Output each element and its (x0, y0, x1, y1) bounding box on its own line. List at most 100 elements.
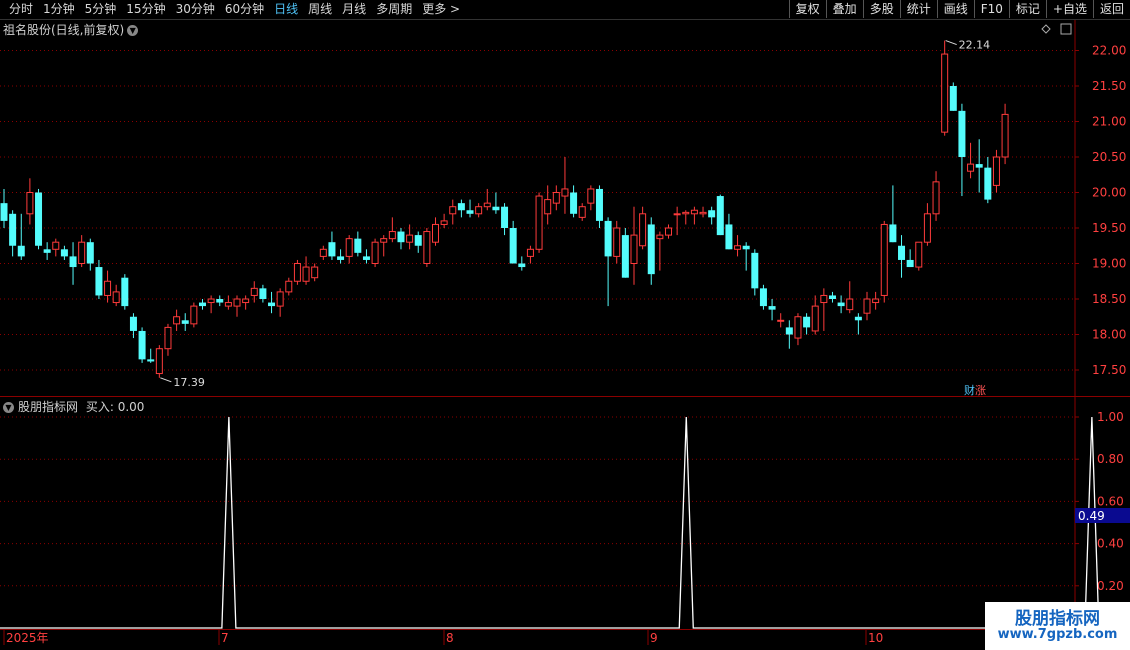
candle-body-down (984, 167, 992, 200)
candle-body-up (794, 316, 802, 339)
action-button-0[interactable]: 复权 (788, 0, 826, 18)
candle-body-up (242, 298, 250, 304)
candle-body-down (86, 242, 94, 264)
price-tick-label: 18.50 (1092, 292, 1126, 306)
period-tab-8[interactable]: 月线 (337, 1, 371, 18)
chevron-down-icon[interactable]: ▼ (127, 25, 139, 36)
period-tab-10[interactable]: 更多 > (417, 1, 465, 18)
candle-body-down (198, 302, 206, 307)
candle-body-up (26, 192, 34, 215)
candle-body-down (509, 228, 517, 264)
candle-body-down (268, 302, 276, 307)
candle-body-up (552, 192, 560, 204)
indicator-title: ▼ 股朋指标网 买入: 0.00 (3, 398, 144, 415)
indicator-tick-label: 1.00 (1097, 410, 1124, 424)
candle-body-down (501, 206, 509, 228)
watermark-title: 股朋指标网 (1015, 609, 1100, 629)
period-tab-5[interactable]: 60分钟 (220, 1, 269, 18)
candle-body-down (570, 192, 578, 214)
candle-body-down (725, 224, 733, 250)
cursor-value-label: 0.49 (1078, 509, 1105, 523)
candle-body-down (889, 224, 897, 243)
candle-body-down (837, 302, 845, 307)
panel-toggle-icon[interactable] (1060, 23, 1072, 35)
candle-body-up (345, 238, 353, 257)
candle-body-up (207, 298, 215, 304)
diamond-icon[interactable] (1041, 24, 1051, 34)
finance-tag[interactable]: 财涨 (964, 382, 986, 398)
period-tab-0[interactable]: 分时 (4, 1, 38, 18)
candle-body-up (941, 53, 949, 133)
candle-body-up (673, 213, 681, 216)
candle-body-down (621, 235, 629, 278)
candle-body-up (380, 238, 388, 243)
indicator-value: 买入: 0.00 (85, 400, 145, 414)
action-button-8[interactable]: 返回 (1092, 0, 1130, 18)
action-button-1[interactable]: 叠加 (825, 0, 863, 18)
time-axis-label: 10 (868, 631, 883, 645)
candle-body-down (898, 245, 906, 260)
period-tab-9[interactable]: 多周期 (371, 1, 417, 18)
candle-body-down (466, 210, 474, 214)
period-tab-1[interactable]: 1分钟 (38, 1, 80, 18)
price-tick-label: 22.00 (1092, 44, 1126, 58)
candle-body-up (483, 202, 491, 208)
candle-body-down (181, 320, 189, 324)
candle-body-up (423, 231, 431, 265)
low-pointer (160, 377, 172, 383)
candle-body-up (915, 241, 923, 268)
time-axis-label: 8 (446, 631, 454, 645)
candle-body-up (78, 241, 86, 264)
action-button-2[interactable]: 多股 (862, 0, 900, 18)
period-tab-7[interactable]: 周线 (303, 1, 337, 18)
high-pointer (945, 40, 957, 46)
candle-body-up (276, 291, 284, 307)
candle-body-down (768, 306, 776, 310)
candle-body-up (880, 223, 888, 296)
candle-body-up (52, 241, 60, 250)
candle-body-up (164, 326, 172, 350)
candle-body-up (872, 298, 880, 304)
watermark: 股朋指标网 www.7gpzb.com (985, 602, 1130, 650)
finance-tag-a: 财 (964, 384, 975, 397)
action-button-4[interactable]: 画线 (936, 0, 974, 18)
candle-body-up (224, 302, 232, 307)
candle-body-up (656, 234, 664, 240)
candle-body-up (104, 280, 112, 296)
period-tab-2[interactable]: 5分钟 (80, 1, 122, 18)
candle-body-down (397, 231, 405, 243)
candle-body-up (250, 287, 258, 296)
period-tab-6[interactable]: 日线 (269, 1, 303, 18)
price-tick-label: 18.00 (1092, 328, 1126, 342)
candle-body-up (665, 227, 673, 236)
price-tick-label: 21.50 (1092, 79, 1126, 93)
buy-signal-line (0, 416, 1100, 629)
period-tab-4[interactable]: 30分钟 (171, 1, 220, 18)
action-button-6[interactable]: 标记 (1008, 0, 1046, 18)
high-price-label: 22.14 (959, 39, 991, 52)
candle-body-down (647, 224, 655, 275)
action-button-7[interactable]: +自选 (1045, 0, 1093, 18)
candle-body-up (630, 234, 638, 265)
chevron-down-icon[interactable]: ▼ (3, 402, 14, 413)
watermark-url: www.7gpzb.com (997, 627, 1118, 642)
time-axis-label: 7 (221, 631, 229, 645)
time-axis-label: 9 (650, 631, 658, 645)
candle-body-up (613, 227, 621, 257)
candle-body-up (190, 305, 198, 325)
candle-body-up (682, 211, 690, 215)
candle-body-up (544, 199, 552, 215)
candle-body-up (967, 163, 975, 172)
candle-body-up (440, 220, 448, 225)
candle-body-down (328, 242, 336, 257)
action-button-3[interactable]: 统计 (899, 0, 937, 18)
candle-body-down (759, 288, 767, 307)
action-button-5[interactable]: F10 (973, 0, 1009, 18)
candle-body-down (147, 359, 155, 362)
candle-body-up (734, 245, 742, 250)
candle-body-down (129, 316, 137, 331)
stock-chart[interactable]: 17.50 18.00 18.50 19.00 19.50 20.00 20.50 21.00… (0, 0, 1130, 650)
candle-body-up (932, 181, 940, 215)
candle-body-down (43, 249, 51, 253)
period-tab-3[interactable]: 15分钟 (121, 1, 170, 18)
